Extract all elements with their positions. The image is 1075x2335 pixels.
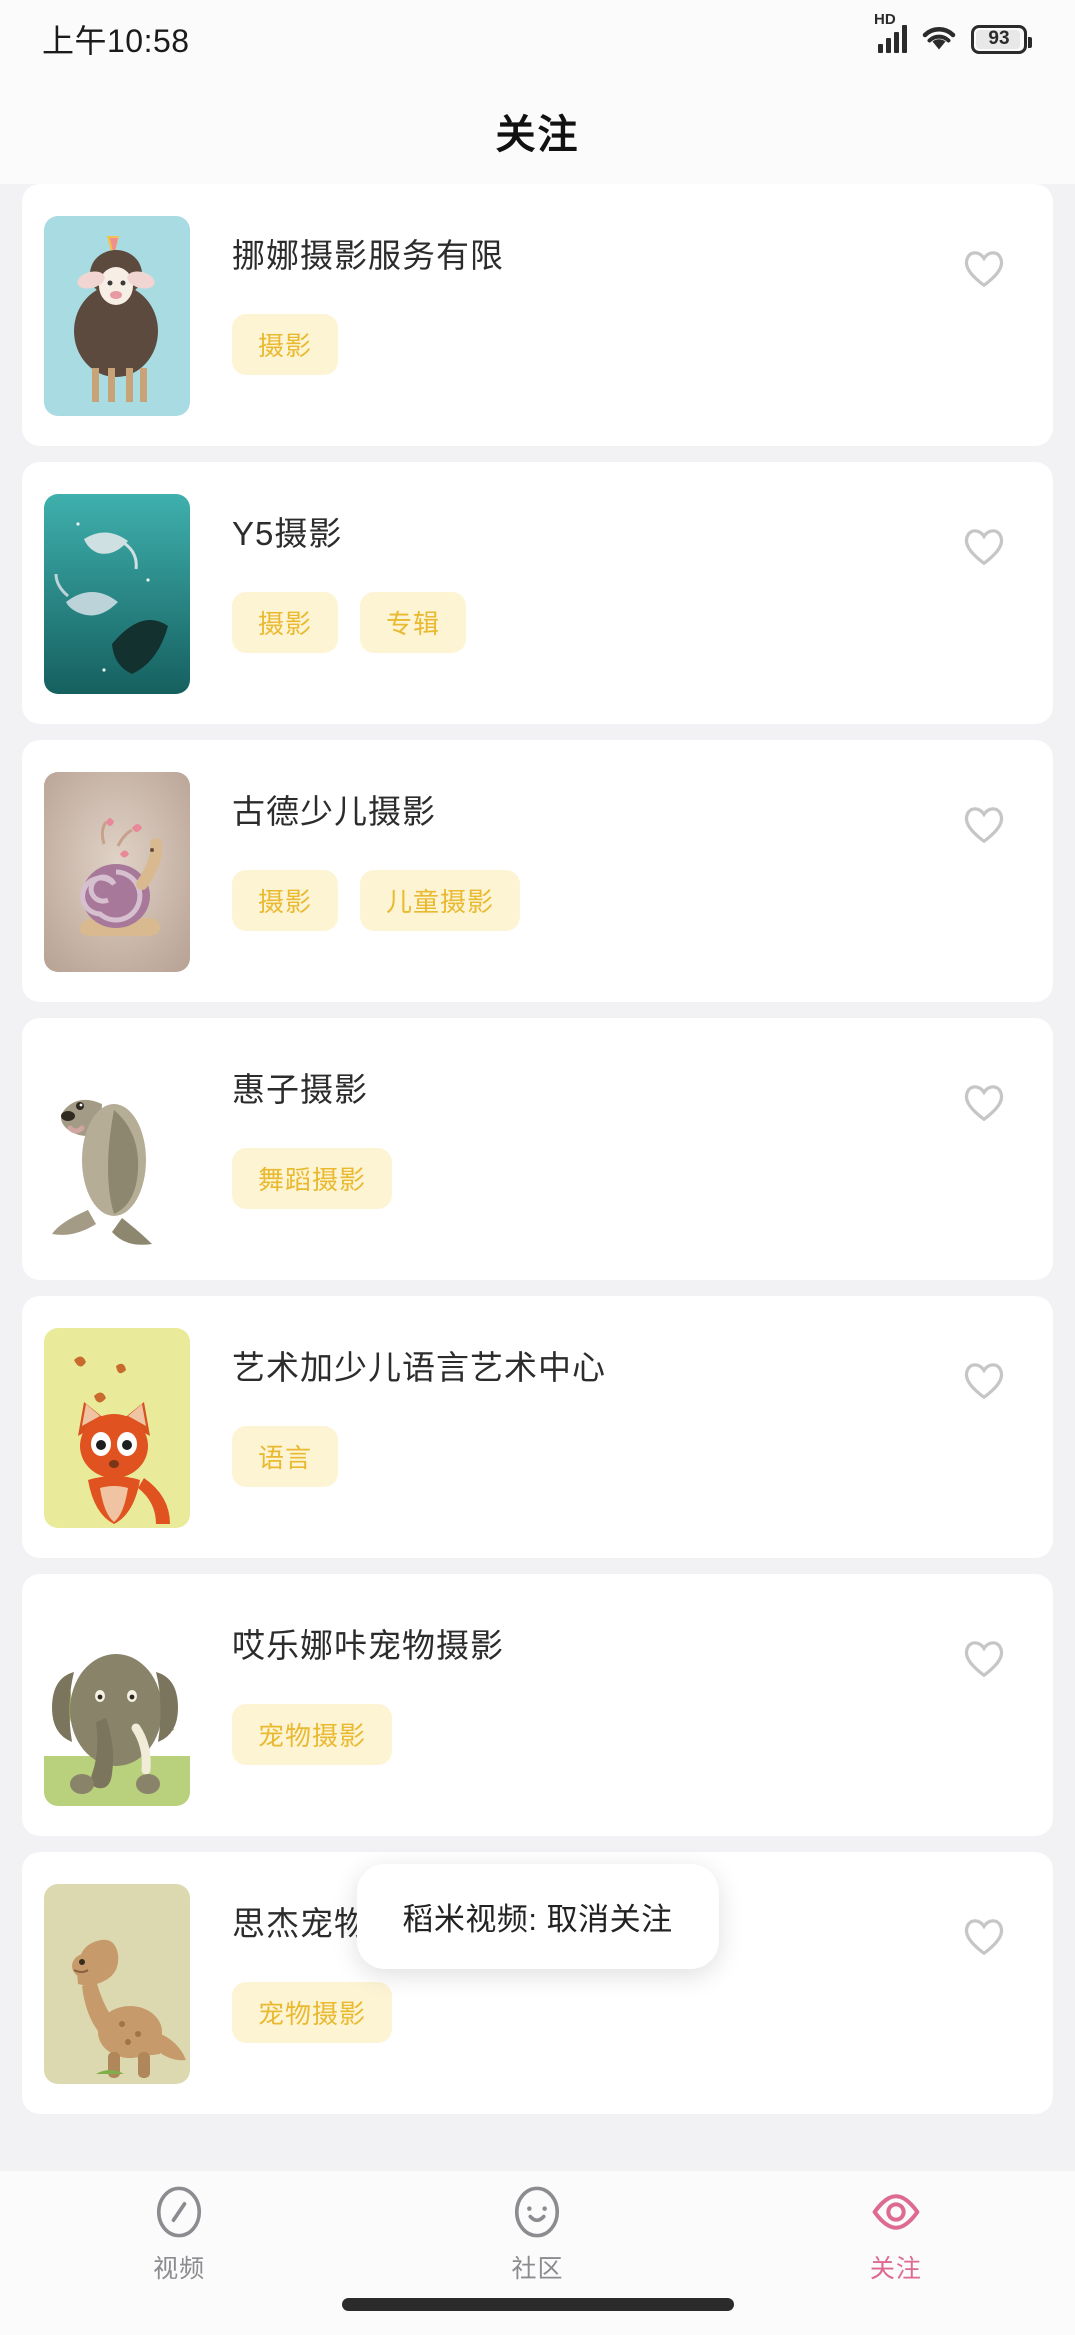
list-item-body: 哎乐娜咔宠物摄影 宠物摄影 <box>190 1602 1023 1765</box>
list-item-body: 艺术加少儿语言艺术中心 语言 <box>190 1324 1023 1487</box>
favorite-heart-icon[interactable] <box>961 1636 1007 1680</box>
toast-text: 稻米视频: 取消关注 <box>402 1902 673 1937</box>
list-item-title: 哎乐娜咔宠物摄影 <box>232 1627 504 1664</box>
compass-icon <box>152 2185 206 2239</box>
list-item-title: 古德少儿摄影 <box>232 793 436 830</box>
status-icons: HD 93 <box>874 11 1032 57</box>
favorite-heart-icon[interactable] <box>961 524 1007 568</box>
page-title: 关注 <box>495 113 580 157</box>
favorite-heart-icon[interactable] <box>961 1358 1007 1402</box>
tag-chip[interactable]: 摄影 <box>232 869 339 931</box>
bottom-tab-bar[interactable]: 视频 社区 关注 <box>0 2171 1075 2335</box>
elephant-avatar <box>44 1606 190 1806</box>
battery-icon: 93 <box>971 24 1032 54</box>
list-item-tags: 舞蹈摄影 <box>232 1147 1023 1209</box>
tag-chip[interactable]: 语言 <box>232 1425 339 1487</box>
list-item-tags: 摄影 <box>232 313 1023 375</box>
tab-community[interactable]: 社区 <box>358 2185 716 2285</box>
tag-chip[interactable]: 宠物摄影 <box>232 1703 393 1765</box>
signal-bars <box>878 25 907 53</box>
tag-chip[interactable]: 摄影 <box>232 313 339 375</box>
manta-ray-avatar <box>44 494 190 694</box>
list-item-title: 挪娜摄影服务有限 <box>232 237 504 274</box>
hd-label: HD <box>874 11 896 28</box>
list-item[interactable]: 惠子摄影 舞蹈摄影 <box>22 1018 1053 1280</box>
list-item-body: 挪娜摄影服务有限 摄影 <box>190 212 1023 375</box>
dinosaur-avatar <box>44 1884 190 2084</box>
fox-avatar <box>44 1328 190 1528</box>
tab-community-label: 社区 <box>511 2255 564 2283</box>
list-item-tags: 宠物摄影 <box>232 1981 1023 2043</box>
list-item-tags: 摄影 儿童摄影 <box>232 869 1023 931</box>
favorite-heart-icon[interactable] <box>961 246 1007 290</box>
list-item[interactable]: 哎乐娜咔宠物摄影 宠物摄影 <box>22 1574 1053 1836</box>
list-item-tags: 宠物摄影 <box>232 1703 1023 1765</box>
list-item[interactable]: 艺术加少儿语言艺术中心 语言 <box>22 1296 1053 1558</box>
list-item-tags: 语言 <box>232 1425 1023 1487</box>
favorite-heart-icon[interactable] <box>961 1080 1007 1124</box>
list-item[interactable]: Y5摄影 摄影 专辑 <box>22 462 1053 724</box>
list-item-title: 惠子摄影 <box>232 1071 368 1108</box>
favorite-heart-icon[interactable] <box>961 1914 1007 1958</box>
snail-avatar <box>44 772 190 972</box>
tab-video-label: 视频 <box>153 2255 206 2283</box>
smiley-face-icon <box>510 2185 564 2239</box>
battery-level: 93 <box>988 28 1010 49</box>
list-item-body: 古德少儿摄影 摄影 儿童摄影 <box>190 768 1023 931</box>
tag-chip[interactable]: 宠物摄影 <box>232 1981 393 2043</box>
page-header: 关注 <box>0 78 1075 184</box>
list-item[interactable]: 挪娜摄影服务有限 摄影 <box>22 184 1053 446</box>
sheep-unicorn-avatar <box>44 216 190 416</box>
favorite-heart-icon[interactable] <box>961 802 1007 846</box>
tag-chip[interactable]: 舞蹈摄影 <box>232 1147 393 1209</box>
list-item-body: Y5摄影 摄影 专辑 <box>190 490 1023 653</box>
list-item[interactable]: 古德少儿摄影 摄影 儿童摄影 <box>22 740 1053 1002</box>
toast-message: 稻米视频: 取消关注 <box>356 1864 719 1969</box>
list-item-tags: 摄影 专辑 <box>232 591 1023 653</box>
list-item-title: Y5摄影 <box>232 515 343 552</box>
status-time: 上午10:58 <box>42 23 190 59</box>
phone-screen: 上午10:58 HD 93 关注 挪娜摄影服务有限 摄影 Y5摄影 摄影 专辑 … <box>0 0 1075 2335</box>
tag-chip[interactable]: 儿童摄影 <box>360 869 521 931</box>
eye-icon <box>869 2185 923 2239</box>
wifi-icon <box>920 22 958 57</box>
list-item-title: 艺术加少儿语言艺术中心 <box>232 1349 606 1386</box>
seal-avatar <box>44 1050 190 1250</box>
tag-chip[interactable]: 专辑 <box>360 591 467 653</box>
signal-icon: HD <box>874 11 907 53</box>
home-indicator[interactable] <box>341 2298 734 2311</box>
tab-follow[interactable]: 关注 <box>717 2185 1075 2285</box>
tag-chip[interactable]: 摄影 <box>232 591 339 653</box>
list-item-body: 惠子摄影 舞蹈摄影 <box>190 1046 1023 1209</box>
tab-video[interactable]: 视频 <box>0 2185 358 2285</box>
tab-follow-label: 关注 <box>869 2255 922 2283</box>
status-bar: 上午10:58 HD 93 <box>0 0 1075 78</box>
